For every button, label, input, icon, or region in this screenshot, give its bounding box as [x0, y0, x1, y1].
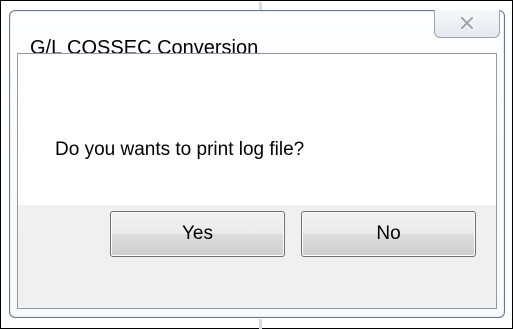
background-divider	[259, 319, 262, 329]
background-divider	[259, 2, 262, 10]
close-button[interactable]	[434, 10, 500, 38]
no-button[interactable]: No	[301, 211, 476, 257]
title-bar[interactable]: G/L COSSEC Conversion	[10, 10, 504, 59]
dialog-content: Do you wants to print log file?	[17, 53, 497, 309]
screenshot-frame: G/L COSSEC Conversion Do you wants to pr…	[0, 0, 513, 329]
dialog-window: G/L COSSEC Conversion Do you wants to pr…	[9, 10, 505, 318]
yes-button[interactable]: Yes	[110, 211, 285, 257]
message-text: Do you wants to print log file?	[55, 139, 305, 160]
close-icon	[459, 15, 475, 31]
